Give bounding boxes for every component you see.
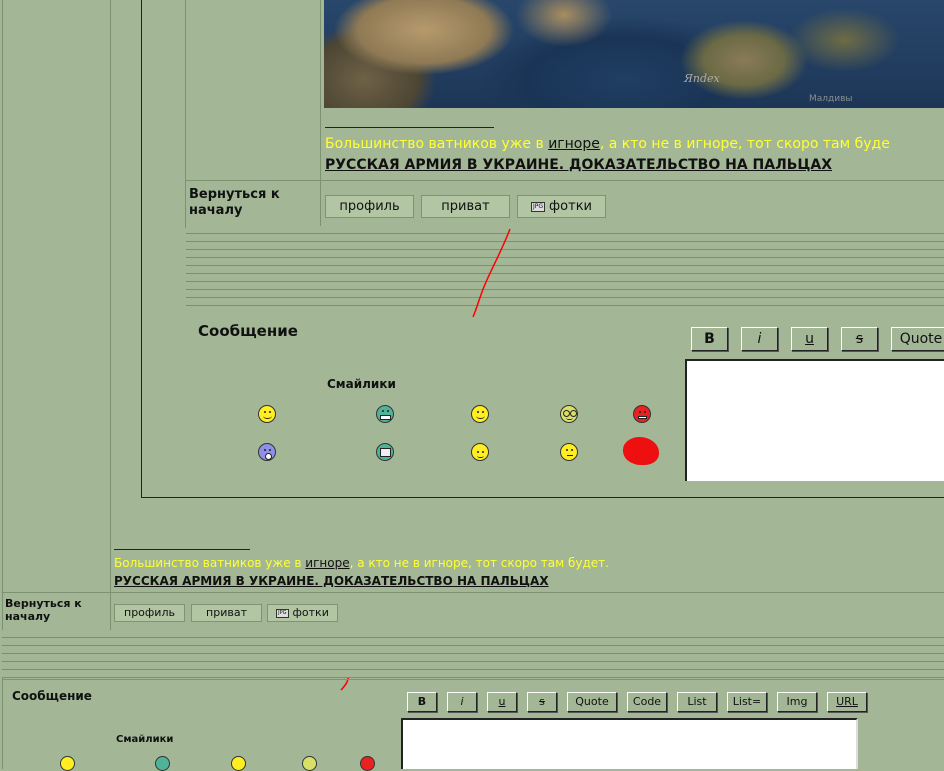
bbcode-quote-button-small[interactable]: Quote [567,692,617,712]
bbcode-bold-button-small[interactable]: B [407,692,437,712]
row-line-small-2 [2,679,944,680]
bbcode-list-numbered-button-small[interactable]: List= [727,692,767,712]
bbcode-underline-button-small[interactable]: u [487,692,517,712]
bbcode-list-button-small[interactable]: List [677,692,717,712]
profile-button-small[interactable]: профиль [114,604,185,622]
signature-text-suffix-small: , а кто не в игноре, тот скоро там будет… [349,556,609,570]
signature-bold-link-small[interactable]: РУССКАЯ АРМИЯ В УКРАИНЕ. ДОКАЗАТЕЛЬСТВО … [114,574,549,588]
bbcode-italic-button-small[interactable]: i [447,692,477,712]
signature-ignore-text-small: Большинство ватников уже в игноре, а кто… [114,556,609,570]
bbcode-img-button-small[interactable]: Img [777,692,817,712]
row-line-small [2,592,944,593]
ignore-link-small[interactable]: игноре [305,556,349,570]
private-message-button-small[interactable]: приват [191,604,262,622]
message-textarea[interactable] [401,718,858,769]
photos-button-small[interactable]: JPG фотки [267,604,338,622]
divider-stripes-small [2,630,944,678]
smilies-label-small: Смайлики [116,734,174,745]
red-annotation-stroke-top [472,228,511,318]
jpg-file-icon-small: JPG [276,608,289,618]
bbcode-url-button-small[interactable]: URL [827,692,867,712]
bbcode-strike-button-small[interactable]: s [527,692,557,712]
back-to-top-link-small[interactable]: Вернуться к началу [5,597,105,623]
message-label-small: Сообщение [12,689,92,703]
photos-button-label-small: фотки [292,606,329,619]
bbcode-code-button-small[interactable]: Code [627,692,667,712]
signature-text-prefix-small: Большинство ватников уже в [114,556,306,570]
signature-rule-small [114,549,250,550]
